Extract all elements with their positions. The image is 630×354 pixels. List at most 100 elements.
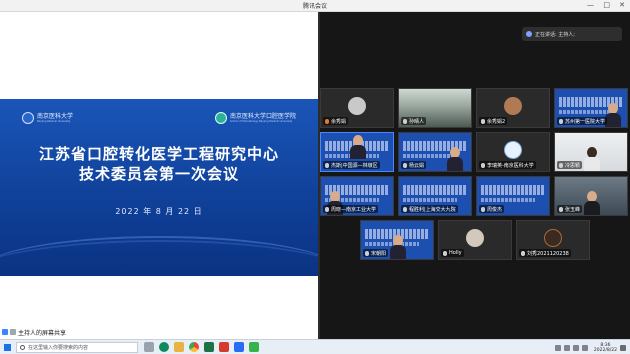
app-root: 腾讯会议 — □ ✕ 南京医科大学 Nanjing Medical Univer…	[0, 0, 630, 354]
mic-icon	[481, 162, 485, 168]
participant-avatar	[544, 229, 562, 248]
participant-tile[interactable]: 孙晴人	[398, 88, 472, 128]
file-explorer-icon[interactable]	[174, 342, 184, 352]
participant-name: 余秀娟	[331, 118, 347, 125]
participant-tile[interactable]: Holly	[438, 220, 512, 260]
input-method-icon[interactable]	[581, 344, 588, 351]
participant-tile[interactable]: 刘秀2021120238	[516, 220, 590, 260]
participant-figure	[447, 147, 463, 171]
wechat-icon[interactable]	[249, 342, 259, 352]
participant-avatar	[466, 229, 484, 248]
participant-tile[interactable]: 余秀娟	[320, 88, 394, 128]
participant-name-tag: 张玉峰	[557, 205, 583, 213]
taskbar-clock[interactable]: 8:36 2022/8/22	[594, 343, 617, 353]
school-logo-text: 南京医科大学口腔医学院	[229, 113, 296, 120]
speaking-label: 正在讲话: 主持人;	[535, 31, 575, 38]
participant-figure	[350, 135, 366, 159]
participant-avatar	[504, 141, 522, 160]
pdf-icon[interactable]	[219, 342, 229, 352]
participant-name-tag: 刘秀2021120238	[519, 249, 571, 257]
taskbar-search-box[interactable]: 在这里输入你要搜索的内容	[16, 341, 138, 353]
mic-icon	[521, 250, 525, 256]
windows-logo-icon	[3, 343, 11, 351]
participant-name-tag: 杰斯|中国源—林墩区	[323, 161, 380, 169]
clock-date: 2022/8/22	[593, 347, 617, 353]
participant-name: 张玉峰	[565, 206, 581, 213]
participant-tile[interactable]: 杨云娟	[398, 132, 472, 172]
tencent-meeting-icon[interactable]	[234, 342, 244, 352]
participant-name-tag: 宋朝阳	[363, 249, 389, 257]
taskbar-apps	[144, 342, 259, 352]
participant-name: 余秀娟2	[487, 118, 506, 125]
mic-icon	[403, 162, 407, 168]
participant-name: 冷思颖	[565, 162, 581, 169]
participant-tile[interactable]: 李瑞英-南京医科大学	[476, 132, 550, 172]
university-emblem-icon	[22, 112, 34, 124]
participant-name: 周俊杰	[487, 206, 503, 213]
minimize-button[interactable]: —	[587, 1, 594, 10]
search-icon	[20, 344, 25, 350]
windows-taskbar: 在这里输入你要搜索的内容 8:36 2022/8/22	[0, 339, 630, 354]
speaker-icon	[526, 31, 532, 37]
participant-tile[interactable]: 宋朝阳	[360, 220, 434, 260]
participant-tile[interactable]: 杰斯|中国源—林墩区	[320, 132, 394, 172]
mic-icon	[559, 118, 563, 124]
edge-icon[interactable]	[159, 342, 169, 352]
window-title: 腾讯会议	[302, 3, 327, 10]
participant-tile[interactable]: 程胜利|上海交大九院	[398, 176, 472, 216]
participant-name: 刘秀2021120238	[527, 250, 569, 257]
participant-name-tag: 周俊杰	[479, 205, 505, 213]
network-icon[interactable]	[563, 344, 570, 351]
mic-icon	[325, 162, 329, 168]
participant-name: 程胜利|上海交大九院	[409, 206, 456, 213]
maximize-button[interactable]: □	[603, 1, 610, 10]
window-titlebar: 腾讯会议 — □ ✕	[0, 0, 630, 12]
mic-icon	[443, 250, 447, 256]
screen-share-status: 主持人的屏幕共享	[0, 327, 66, 337]
participant-tile[interactable]: 张玉峰	[554, 176, 628, 216]
participant-name: 宋朝阳	[371, 250, 387, 257]
participant-name: 杰斯|中国源—林墩区	[331, 162, 378, 169]
presentation-slide: 南京医科大学 Nanjing Medical University 南京医科大学…	[0, 99, 318, 276]
mic-icon	[481, 118, 485, 124]
participant-avatar	[348, 97, 366, 116]
participant-name: 李瑞英-南京医科大学	[487, 162, 534, 169]
start-button[interactable]	[0, 340, 14, 354]
slide-date: 2022 年 8 月 22 日	[115, 207, 203, 216]
participant-tile[interactable]: 冷思颖	[554, 132, 628, 172]
speaking-indicator: 正在讲话: 主持人;	[522, 27, 622, 41]
tray-show-hidden-icon[interactable]	[554, 344, 561, 351]
excel-icon[interactable]	[204, 342, 214, 352]
participant-name: Holly	[449, 250, 462, 256]
participant-figure	[584, 147, 600, 171]
university-logo-subtext: Nanjing Medical University	[37, 120, 71, 123]
participant-figure	[390, 235, 406, 259]
mic-icon	[559, 206, 563, 212]
university-logo: 南京医科大学 Nanjing Medical University	[22, 112, 73, 124]
participant-gallery: 正在讲话: 主持人; 余秀娟 孙晴人 余秀娟2 苏州第一医院大学 杰斯|中国源—…	[320, 12, 630, 339]
participant-name: 孙晴人	[409, 118, 425, 125]
participant-name-tag: 李瑞英-南京医科大学	[479, 161, 536, 169]
participant-tile[interactable]: 周俊杰	[476, 176, 550, 216]
user-icon	[2, 329, 8, 335]
participant-tile[interactable]: 周晓—南京工业大学	[320, 176, 394, 216]
mic-icon	[325, 118, 329, 124]
participant-name-tag: 程胜利|上海交大九院	[401, 205, 458, 213]
notification-icon[interactable]	[620, 344, 626, 351]
close-button[interactable]: ✕	[619, 1, 625, 10]
participant-name-tag: 周晓—南京工业大学	[323, 205, 379, 213]
mic-icon	[10, 329, 16, 335]
volume-icon[interactable]	[572, 344, 579, 351]
chrome-icon[interactable]	[189, 342, 199, 352]
screen-share-label: 主持人的屏幕共享	[18, 329, 67, 337]
participant-tile[interactable]: 苏州第一医院大学	[554, 88, 628, 128]
mic-icon	[403, 118, 407, 124]
task-view-icon[interactable]	[144, 342, 154, 352]
participant-tile[interactable]: 余秀娟2	[476, 88, 550, 128]
slide-title-line1: 江苏省口腔转化医学工程研究中心	[38, 145, 279, 163]
mic-icon	[403, 206, 407, 212]
system-tray: 8:36 2022/8/22	[554, 340, 630, 354]
mic-icon	[365, 250, 369, 256]
search-placeholder: 在这里输入你要搜索的内容	[28, 344, 89, 351]
shared-screen: 南京医科大学 Nanjing Medical University 南京医科大学…	[0, 12, 318, 339]
